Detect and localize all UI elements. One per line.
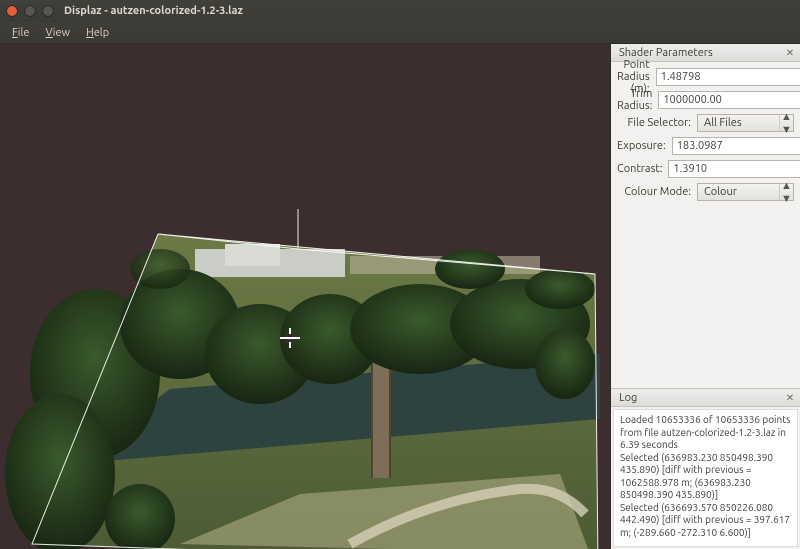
param-label: Contrast: <box>617 163 668 175</box>
side-panel: Shader Parameters ✕ Point Radius (m): ▲▼… <box>610 44 800 549</box>
trim-radius-input[interactable]: ▲▼ <box>658 91 800 109</box>
file-selector-combo[interactable]: All Files ▲▼ <box>697 114 794 132</box>
log-panel-title: Log <box>619 392 637 404</box>
close-window-button[interactable] <box>6 5 18 17</box>
minimize-window-button[interactable] <box>24 5 36 17</box>
colour-mode-value: Colour <box>698 186 779 198</box>
shader-panel-title: Shader Parameters <box>619 47 713 59</box>
maximize-window-button[interactable] <box>42 5 54 17</box>
menubar: File View Help <box>0 22 800 44</box>
log-panel-close-icon[interactable]: ✕ <box>784 392 796 404</box>
titlebar: Displaz - autzen-colorized-1.2-3.laz <box>0 0 800 22</box>
log-panel-header[interactable]: Log ✕ <box>611 389 800 407</box>
shader-panel-fill <box>611 208 800 388</box>
window-title: Displaz - autzen-colorized-1.2-3.laz <box>64 5 243 17</box>
chevron-updown-icon: ▲▼ <box>779 184 793 200</box>
chevron-updown-icon: ▲▼ <box>779 115 793 131</box>
log-panel: Log ✕ Loaded 10653336 of 10653336 points… <box>611 388 800 549</box>
file-selector-value: All Files <box>698 117 779 129</box>
menu-file[interactable]: File <box>4 24 37 42</box>
param-label: Exposure: <box>617 140 672 152</box>
menu-view[interactable]: View <box>37 24 78 42</box>
exposure-field[interactable] <box>673 138 800 154</box>
window-controls <box>6 5 54 17</box>
param-trim-radius: Trim Radius: ▲▼ <box>617 89 794 111</box>
viewport-3d[interactable] <box>0 44 610 549</box>
param-file-selector: File Selector: All Files ▲▼ <box>617 112 794 134</box>
param-label: Colour Mode: <box>617 186 697 198</box>
param-contrast: Contrast: ▲▼ <box>617 158 794 180</box>
shader-panel-close-icon[interactable]: ✕ <box>784 47 796 59</box>
point-cloud-scene <box>0 44 610 549</box>
content-area: Shader Parameters ✕ Point Radius (m): ▲▼… <box>0 44 800 549</box>
colour-mode-combo[interactable]: Colour ▲▼ <box>697 183 794 201</box>
menu-help[interactable]: Help <box>78 24 117 42</box>
point-radius-input[interactable]: ▲▼ <box>656 68 800 86</box>
trim-radius-field[interactable] <box>659 92 800 108</box>
point-radius-field[interactable] <box>657 69 800 85</box>
param-exposure: Exposure: ▲▼ <box>617 135 794 157</box>
contrast-input[interactable]: ▲▼ <box>668 160 800 178</box>
contrast-field[interactable] <box>669 161 800 177</box>
param-colour-mode: Colour Mode: Colour ▲▼ <box>617 181 794 203</box>
exposure-input[interactable]: ▲▼ <box>672 137 800 155</box>
param-point-radius: Point Radius (m): ▲▼ <box>617 66 794 88</box>
shader-parameters: Point Radius (m): ▲▼ Trim Radius: ▲▼ Fil… <box>611 62 800 208</box>
param-label: Trim Radius: <box>617 88 658 112</box>
param-label: File Selector: <box>617 117 697 129</box>
log-text[interactable]: Loaded 10653336 of 10653336 points from … <box>613 409 798 547</box>
